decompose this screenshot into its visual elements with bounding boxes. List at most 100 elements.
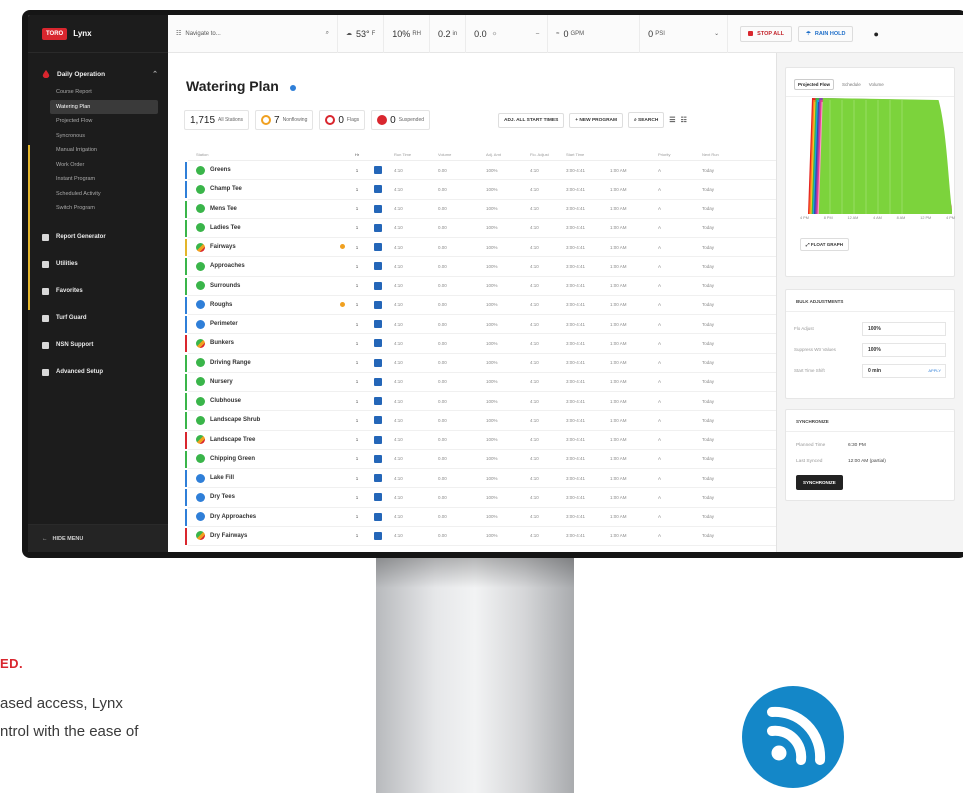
columns-icon[interactable]: ☷ xyxy=(681,116,687,124)
search-box[interactable]: ☷ Navigate to... ⌕ xyxy=(168,15,338,53)
tab-volume[interactable]: Volume xyxy=(869,82,884,90)
table-row[interactable]: Clubhouse 1 4:10 0.00 100% 4:10 3:00-4:41 1:00 … xyxy=(185,392,776,412)
station-name[interactable]: Clubhouse xyxy=(210,398,241,404)
station-name[interactable]: Mens Tee xyxy=(210,206,237,212)
sidebar-item-nsn-support[interactable]: NSN Support xyxy=(28,332,168,359)
tab-projected-flow[interactable]: Projected Flow xyxy=(794,79,835,90)
station-name[interactable]: Landscape Shrub xyxy=(210,417,260,423)
sidebar-item-syncronous[interactable]: Syncronous xyxy=(28,129,168,144)
sidebar-item-advanced-setup[interactable]: Advanced Setup xyxy=(28,359,168,386)
enabled-checkbox[interactable] xyxy=(374,281,382,290)
column-header[interactable]: Station xyxy=(188,152,336,157)
sidebar-item-switch-program[interactable]: Switch Program xyxy=(28,201,168,216)
table-row[interactable]: Perimeter 1 4:10 0.00 100% 4:10 3:00-4:41 1:00 … xyxy=(185,315,776,335)
sidebar-item-projected-flow[interactable]: Projected Flow xyxy=(28,114,168,129)
tab-schedule[interactable]: Schedule xyxy=(842,82,861,90)
table-row[interactable]: Chipping Green 1 4:10 0.00 100% 4:10 3:00-4:41… xyxy=(185,450,776,469)
column-header[interactable]: Run Time xyxy=(390,152,434,157)
rain-hold-button[interactable]: ☂ RAIN HOLD xyxy=(797,25,854,42)
table-row[interactable]: Surrounds 1 4:10 0.00 100% 4:10 3:00-4:41 1:00 … xyxy=(185,277,776,296)
stat-all-stations[interactable]: 1,715 All Stations xyxy=(184,110,250,130)
station-name[interactable]: Chipping Green xyxy=(210,456,255,462)
enabled-checkbox[interactable] xyxy=(374,531,382,540)
station-name[interactable]: Landscape Tree xyxy=(210,437,255,443)
column-header[interactable]: Adj. Amt xyxy=(482,152,526,157)
enabled-checkbox[interactable] xyxy=(374,416,382,425)
sidebar-item-instant-program[interactable]: Instant Program xyxy=(28,172,168,187)
float-graph-button[interactable]: ⤢ FLOAT GRAPH xyxy=(800,238,850,251)
table-row[interactable]: Dry Approaches 1 4:10 0.00 100% 4:10 3:00-4:41… xyxy=(185,508,776,527)
station-name[interactable]: Dry Approaches xyxy=(210,514,256,520)
sidebar-item-watering-plan[interactable]: Watering Plan xyxy=(50,99,158,114)
enabled-checkbox[interactable] xyxy=(374,512,382,521)
sidebar-item-course-report[interactable]: Course Report xyxy=(28,85,168,100)
notification-bell-icon[interactable]: ● xyxy=(873,29,878,39)
nav-head-daily-operation[interactable]: Daily Operation ⌃ xyxy=(28,63,168,85)
adjust-start-times-button[interactable]: ADJ. ALL START TIMES xyxy=(498,112,565,128)
sidebar-item-manual-irrigation[interactable]: Manual Irrigation xyxy=(28,143,168,158)
stat-flags[interactable]: 0 Flags xyxy=(319,110,366,130)
station-name[interactable]: Ladies Tee xyxy=(210,225,241,231)
table-row[interactable]: Champ Tee 1 4:10 0.00 100% 4:10 3:00-4:41 1:00 … xyxy=(185,180,776,200)
enabled-checkbox[interactable] xyxy=(374,166,382,175)
apply-link[interactable]: APPLY xyxy=(928,368,941,373)
table-row[interactable]: Roughs 1 4:10 0.00 100% 4:10 3:00-4:41 1:00 AM A… xyxy=(185,296,776,315)
enabled-checkbox[interactable] xyxy=(374,454,382,463)
enabled-checkbox[interactable] xyxy=(374,339,382,348)
enabled-checkbox[interactable] xyxy=(374,223,382,232)
stat-nonflowing[interactable]: 7 Nonflowing xyxy=(255,110,314,130)
new-program-button[interactable]: + NEW PROGRAM xyxy=(569,112,623,128)
hide-menu-button[interactable]: ← HIDE MENU xyxy=(28,524,168,552)
enabled-checkbox[interactable] xyxy=(374,358,382,367)
station-name[interactable]: Fairways xyxy=(210,244,236,250)
enabled-checkbox[interactable] xyxy=(374,397,382,406)
table-row[interactable]: Landscape Tree 1 4:10 0.00 100% 4:10 3:00-4:41… xyxy=(185,431,776,450)
column-header[interactable]: Flo. Adjust xyxy=(526,152,562,157)
sidebar-item-turf-guard[interactable]: Turf Guard xyxy=(28,305,168,332)
column-header[interactable]: Priority xyxy=(654,152,698,157)
table-row[interactable]: Mens Tee 1 4:10 0.00 100% 4:10 3:00-4:41 1:00 A… xyxy=(185,200,776,219)
enabled-checkbox[interactable] xyxy=(374,474,382,483)
station-name[interactable]: Roughs xyxy=(210,302,232,308)
station-name[interactable]: Surrounds xyxy=(210,283,240,289)
table-row[interactable]: Greens 1 4:10 0.00 100% 4:10 3:00-4:41 1:00 AM A… xyxy=(185,161,776,181)
station-name[interactable]: Approaches xyxy=(210,263,245,269)
station-name[interactable]: Perimeter xyxy=(210,321,238,327)
stop-all-button[interactable]: STOP ALL xyxy=(740,25,792,42)
table-row[interactable]: Approaches 1 4:10 0.00 100% 4:10 3:00-4:41 1:00… xyxy=(185,257,776,277)
list-view-icon[interactable]: ☰ xyxy=(669,116,675,124)
search-button[interactable]: ⌕ SEARCH xyxy=(628,112,665,128)
station-name[interactable]: Dry Tees xyxy=(210,494,235,500)
table-row[interactable]: Ladies Tee 1 4:10 0.00 100% 4:10 3:00-4:41 1:00… xyxy=(185,219,776,238)
station-name[interactable]: Champ Tee xyxy=(210,186,242,192)
station-name[interactable]: Bunkers xyxy=(210,340,234,346)
sidebar-item-report-generator[interactable]: Report Generator xyxy=(28,224,168,251)
bulk-value-field[interactable]: 100% xyxy=(862,342,946,357)
station-name[interactable]: Dry Fairways xyxy=(210,533,247,539)
enabled-checkbox[interactable] xyxy=(374,243,382,252)
enabled-checkbox[interactable] xyxy=(374,262,382,271)
sidebar-item-work-order[interactable]: Work Order xyxy=(28,158,168,173)
enabled-checkbox[interactable] xyxy=(374,204,382,213)
enabled-checkbox[interactable] xyxy=(374,493,382,502)
enabled-checkbox[interactable] xyxy=(374,377,382,386)
enabled-checkbox[interactable] xyxy=(374,185,382,194)
table-row[interactable]: Bunkers 1 4:10 0.00 100% 4:10 3:00-4:41 1:00 AM… xyxy=(185,334,776,354)
column-header[interactable]: Next Run xyxy=(698,152,742,157)
station-name[interactable]: Nursery xyxy=(210,379,233,385)
chevron-down-icon[interactable]: ⌄ xyxy=(714,30,719,37)
table-row[interactable]: Fairways 1 4:10 0.00 100% 4:10 3:00-4:41 1:00 A… xyxy=(185,238,776,258)
table-row[interactable]: Driving Range 1 4:10 0.00 100% 4:10 3:00-4:41 1… xyxy=(185,354,776,373)
station-name[interactable]: Lake Fill xyxy=(210,475,234,481)
enabled-checkbox[interactable] xyxy=(374,300,382,309)
synchronize-button[interactable]: SYNCHRONIZE xyxy=(796,475,843,490)
sidebar-item-utilities[interactable]: Utilities xyxy=(28,251,168,278)
table-row[interactable]: Dry Fairways 1 4:10 0.00 100% 4:10 3:00-4:41 1:… xyxy=(185,527,776,546)
chevron-up-icon[interactable]: ⌃ xyxy=(152,70,158,78)
table-row[interactable]: Nursery 1 4:10 0.00 100% 4:10 3:00-4:41 1:00 AM… xyxy=(185,373,776,392)
sidebar-item-scheduled-activity[interactable]: Scheduled Activity xyxy=(28,187,168,202)
column-header[interactable]: Hr xyxy=(348,152,366,157)
sidebar-item-favorites[interactable]: Favorites xyxy=(28,278,168,305)
station-name[interactable]: Driving Range xyxy=(210,360,251,366)
bulk-value-field[interactable]: 0 min APPLY xyxy=(862,363,946,378)
